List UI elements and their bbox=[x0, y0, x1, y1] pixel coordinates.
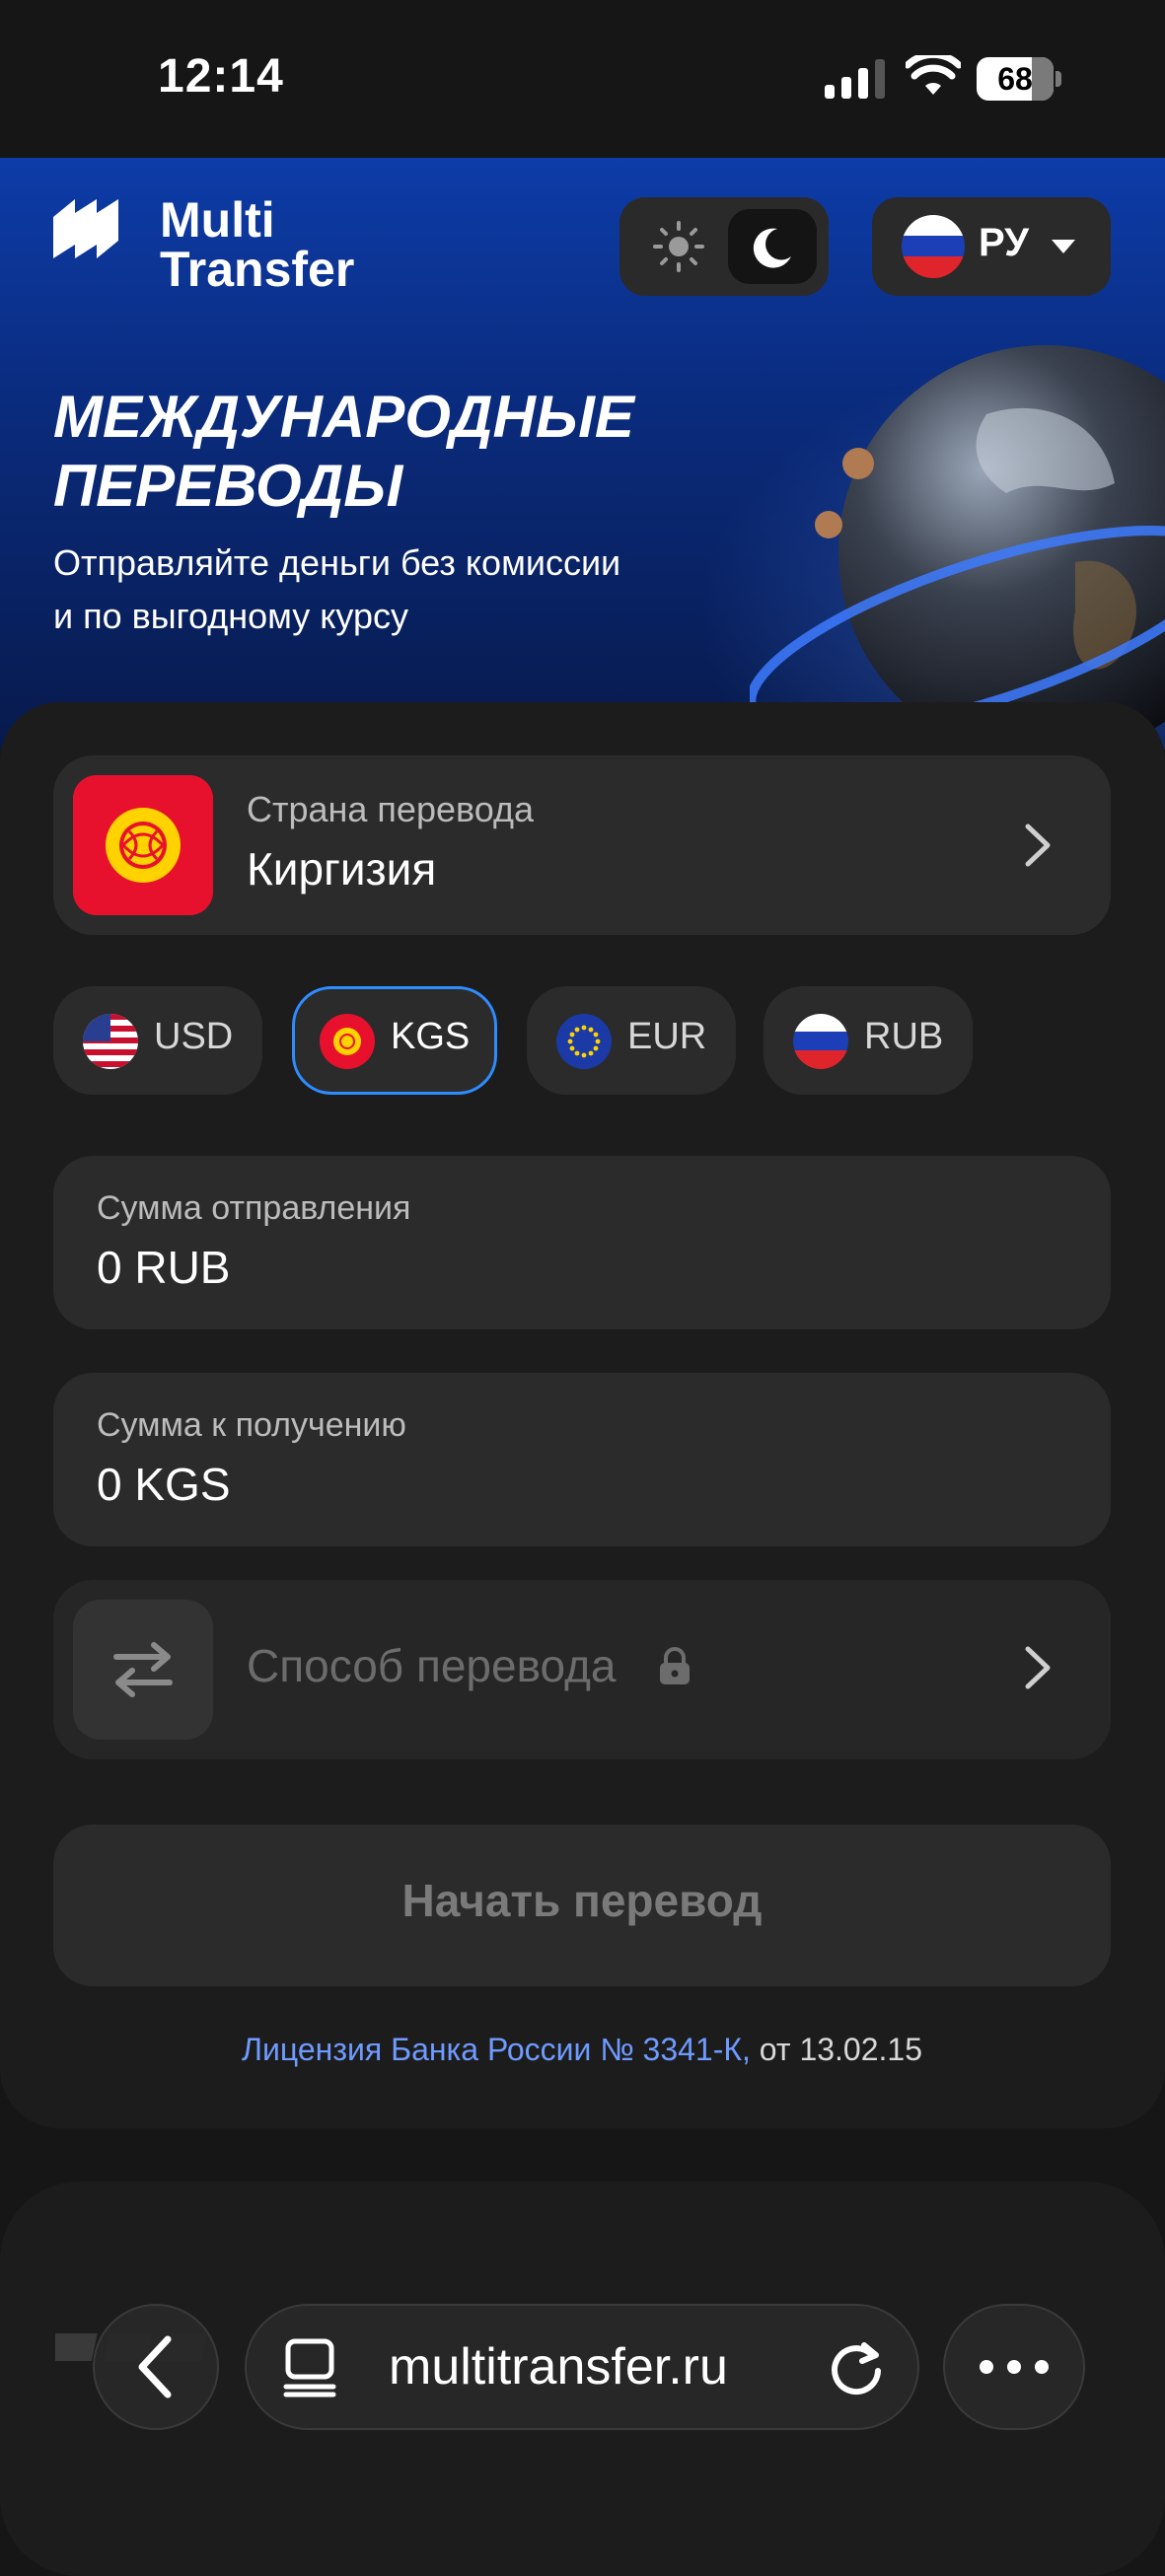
country-label: Страна перевода bbox=[247, 789, 534, 829]
license-link[interactable]: Лицензия Банка России № 3341-К, bbox=[242, 2032, 751, 2067]
reader-mode-icon[interactable] bbox=[280, 2335, 339, 2398]
moon-icon bbox=[753, 228, 791, 268]
hero-subtitle-line1: Отправляйте деньги без комиссии bbox=[53, 542, 621, 583]
chevron-right-icon bbox=[1025, 1646, 1051, 1689]
currency-chip-label: EUR bbox=[627, 1016, 707, 1057]
logo-text-line1: Multi bbox=[160, 192, 275, 248]
lock-icon bbox=[660, 1647, 690, 1684]
currency-chip-label: RUB bbox=[864, 1016, 944, 1057]
eu-flag-icon bbox=[556, 1014, 612, 1069]
start-transfer-label: Начать перевод bbox=[401, 1875, 763, 1926]
usa-flag-icon bbox=[83, 1014, 138, 1069]
caret-down-icon bbox=[1052, 240, 1075, 253]
wifi-icon bbox=[906, 55, 961, 95]
more-dots-icon bbox=[980, 2360, 1049, 2374]
hero-subtitle: Отправляйте деньги без комиссии и по выг… bbox=[53, 537, 764, 643]
language-label: РУ bbox=[979, 221, 1030, 264]
browser-url[interactable]: multitransfer.ru bbox=[389, 2337, 728, 2397]
logo-text-line2: Transfer bbox=[160, 242, 355, 297]
reload-icon[interactable] bbox=[825, 2335, 888, 2398]
swap-arrows-icon bbox=[113, 1642, 173, 1697]
battery-icon: 68 bbox=[977, 57, 1063, 101]
send-amount-value[interactable]: 0 RUB bbox=[97, 1241, 230, 1294]
hero-title: МЕЖДУНАРОДНЫЕ ПЕРЕВОДЫ bbox=[53, 383, 744, 521]
globe-illustration bbox=[750, 345, 1165, 759]
send-amount-label: Сумма отправления bbox=[97, 1189, 411, 1227]
battery-level: 68 bbox=[997, 61, 1033, 97]
country-value: Киргизия bbox=[247, 843, 437, 894]
sun-icon[interactable] bbox=[651, 219, 706, 274]
hero-subtitle-line2: и по выгодному курсу bbox=[53, 596, 409, 636]
kyrgyzstan-flag-icon bbox=[73, 775, 213, 915]
receive-amount-label: Сумма к получению bbox=[97, 1406, 406, 1444]
chevron-right-icon bbox=[1025, 823, 1051, 867]
russia-flag-icon bbox=[793, 1014, 848, 1069]
currency-chip-label: USD bbox=[154, 1016, 234, 1057]
transfer-method-label: Способ перевода bbox=[247, 1640, 617, 1691]
hero-title-line1: МЕЖДУНАРОДНЫЕ bbox=[53, 384, 634, 450]
chevron-left-icon bbox=[138, 2335, 172, 2398]
russia-flag-icon bbox=[902, 215, 965, 278]
receive-amount-value[interactable]: 0 KGS bbox=[97, 1458, 231, 1511]
hero-title-line2: ПЕРЕВОДЫ bbox=[53, 453, 403, 519]
currency-chip-label: KGS bbox=[391, 1016, 471, 1057]
license-date: от 13.02.15 bbox=[750, 2032, 922, 2067]
kyrgyzstan-flag-icon bbox=[320, 1014, 375, 1069]
license-info: Лицензия Банка России № 3341-К, от 13.02… bbox=[53, 2032, 1111, 2068]
multitransfer-logo-icon bbox=[53, 199, 118, 258]
cellular-signal-icon bbox=[825, 59, 885, 99]
status-time: 12:14 bbox=[158, 50, 284, 103]
